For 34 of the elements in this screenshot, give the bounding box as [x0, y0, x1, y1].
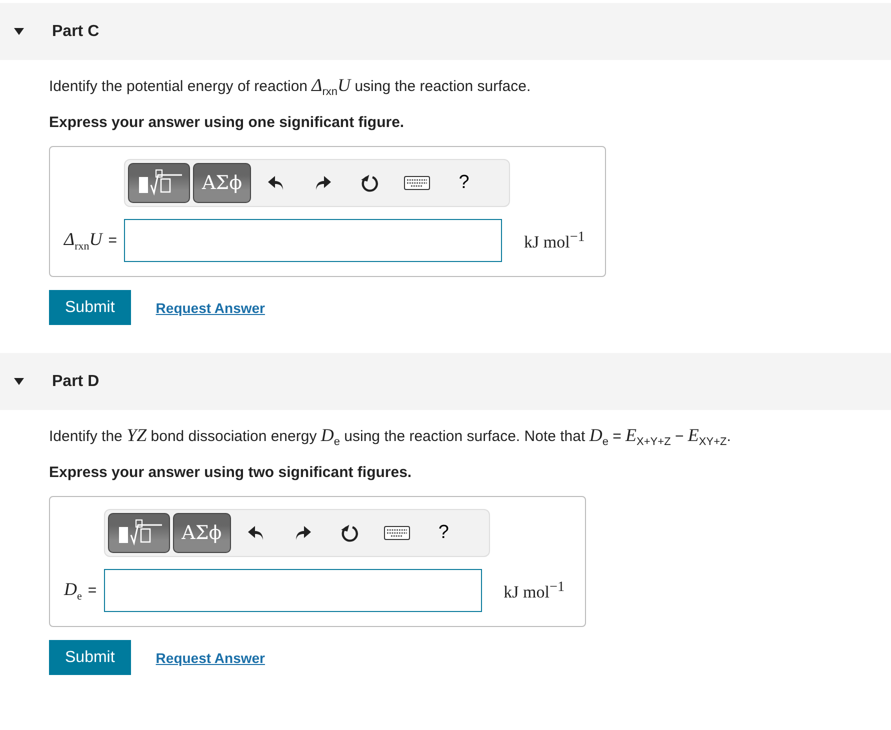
undo-icon [246, 525, 265, 541]
submit-button[interactable]: Submit [49, 640, 131, 675]
question-text: Identify the potential energy of reaction Δ$_{rxn}$U using the reaction surface. [49, 75, 532, 100]
answer-label: D$_{e}$ [64, 578, 82, 602]
question-text: Identify the YZ bond dissociation energy D$_{e}$ using the reaction surface. Note that D$_{e}$ = E$_{X+Y+Z}$ − E$_{XY+Z}$. [49, 425, 732, 450]
template-button[interactable] [108, 513, 170, 553]
reset-icon [340, 523, 360, 543]
redo-icon [294, 525, 312, 541]
unit-text: kJ mol$^{−1}$ [502, 578, 565, 602]
instruction-text: Express your answer using one significant figure. [49, 114, 406, 131]
keyboard-icon [404, 176, 430, 190]
answer-field[interactable] [104, 569, 482, 612]
equals-sign: = [108, 232, 118, 249]
reset-icon [360, 173, 380, 193]
help-button[interactable]: ? [442, 163, 486, 203]
undo-icon [267, 175, 286, 191]
symbols-button[interactable]: ΑΣϕ [172, 513, 231, 553]
answer-label: Δ$_{rxn}$U [64, 228, 102, 252]
part-header[interactable]: Part D [0, 353, 891, 410]
equals-sign: = [88, 582, 97, 599]
part-title: Part C [52, 22, 100, 40]
answer-field[interactable] [124, 219, 502, 262]
template-button[interactable] [128, 163, 190, 203]
request-answer-link[interactable]: Request Answer [156, 650, 265, 666]
redo-icon [314, 175, 332, 191]
request-answer-link[interactable]: Request Answer [156, 300, 265, 316]
instruction-text: Express your answer using two significant figures. [49, 464, 413, 481]
keyboard-icon [384, 526, 410, 540]
part-title: Part D [52, 372, 100, 390]
part-header[interactable]: Part C [0, 3, 891, 60]
unit-text: kJ mol$^{−1}$ [523, 228, 585, 252]
help-button[interactable]: ? [422, 513, 466, 553]
symbols-button[interactable]: ΑΣϕ [193, 163, 252, 203]
submit-button[interactable]: Submit [49, 290, 131, 325]
